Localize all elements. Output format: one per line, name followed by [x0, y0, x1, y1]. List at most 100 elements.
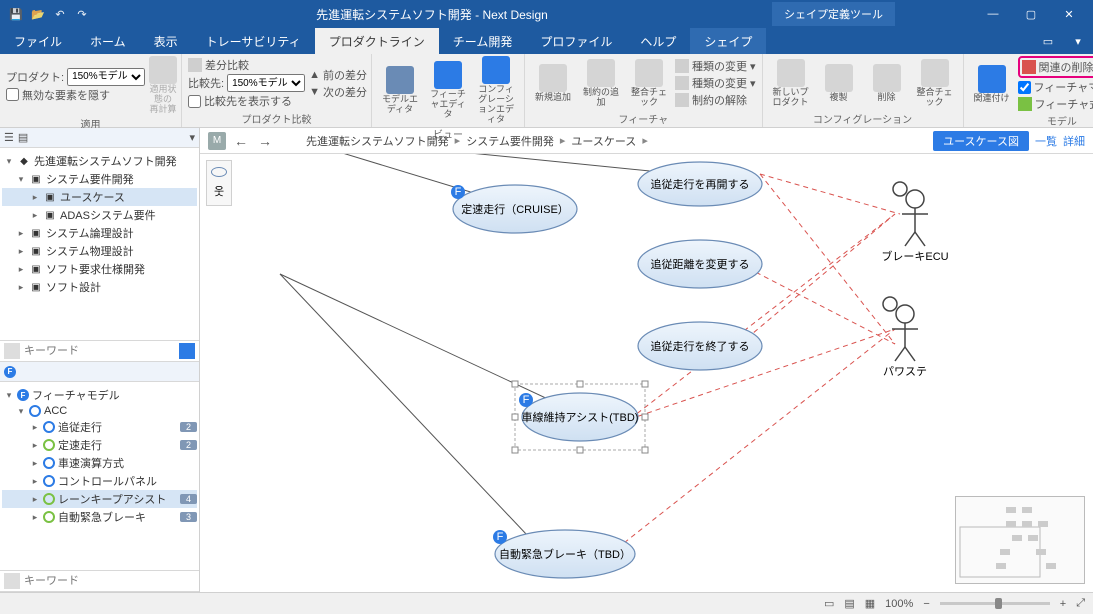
show-feature-mark-checkbox[interactable]: [1018, 81, 1031, 94]
tree-node[interactable]: ▸▣ソフト要求仕様開発: [2, 260, 197, 278]
menu-productline[interactable]: プロダクトライン: [315, 28, 439, 55]
feature-item[interactable]: ▸定速走行2: [2, 436, 197, 454]
menu-help[interactable]: ヘルプ: [626, 28, 690, 55]
svg-text:追従走行を終了する: 追従走行を終了する: [651, 339, 750, 353]
maximize-button[interactable]: ▢: [1013, 8, 1049, 21]
feature-item[interactable]: ▸レーンキープアシスト4: [2, 490, 197, 508]
menu-traceability[interactable]: トレーサビリティ: [192, 28, 315, 55]
duplicate-button[interactable]: 複製: [817, 64, 861, 103]
usecase-node[interactable]: F自動緊急ブレーキ（TBD）: [493, 530, 635, 578]
pane-menu-icon[interactable]: ▾: [189, 131, 195, 144]
search-icon: [4, 573, 20, 589]
open-icon[interactable]: 📂: [28, 4, 48, 24]
nav-fwd-icon[interactable]: →: [256, 133, 274, 149]
tree-node[interactable]: ▸▣システム物理設計: [2, 242, 197, 260]
status-icon: ▦: [865, 597, 875, 610]
feature-item[interactable]: ▸自動緊急ブレーキ3: [2, 508, 197, 526]
feature-item[interactable]: ▸コントロールパネル: [2, 472, 197, 490]
tree-node[interactable]: ▸▣システム論理設計: [2, 224, 197, 242]
save-icon[interactable]: 💾: [6, 4, 26, 24]
actor-node[interactable]: FブレーキECU: [881, 182, 948, 263]
zoom-in-button[interactable]: +: [1060, 598, 1066, 610]
svg-text:定速走行（CRUISE）: 定速走行（CRUISE）: [461, 202, 569, 216]
tree-icon2: ▤: [18, 131, 28, 144]
tree-node[interactable]: ▸▣ADASシステム要件: [2, 206, 197, 224]
feature-tree: ▾Fフィーチャモデル ▾ACC ▸追従走行2▸定速走行2▸車速演算方式▸コントロ…: [0, 382, 199, 530]
filter-icon[interactable]: [179, 343, 195, 359]
recalc-button[interactable]: 適用状態の 再計算: [149, 56, 177, 115]
keyword-search-2: [0, 570, 199, 592]
svg-text:追従走行を再開する: 追従走行を再開する: [651, 177, 750, 191]
window-controls: — ▢ ✕: [975, 8, 1087, 21]
content-area: ☰▤ ▾ ▾◆先進運転システムソフト開発 ▾▣システム要件開発 ▸▣ユースケース…: [0, 128, 1093, 592]
tree-node-usecase[interactable]: ▸▣ユースケース: [2, 188, 197, 206]
menu-file[interactable]: ファイル: [0, 28, 76, 55]
link-button[interactable]: 関連付け: [970, 65, 1014, 104]
usecase-node[interactable]: 追従距離を変更する: [638, 240, 762, 288]
svg-text:追従距離を変更する: 追従距離を変更する: [651, 257, 750, 271]
usecase-node-selected[interactable]: F 車線維持アシスト(TBD): [519, 393, 638, 441]
compare-select[interactable]: 150%モデル: [227, 74, 305, 92]
check-button[interactable]: 整合チェック: [627, 59, 671, 108]
zoom-slider[interactable]: [940, 602, 1050, 605]
zoom-fit-button[interactable]: ⤢: [1076, 597, 1085, 610]
feature-root[interactable]: ▾Fフィーチャモデル: [2, 386, 197, 404]
menu-view[interactable]: 表示: [140, 28, 192, 55]
collapse-ribbon-icon[interactable]: ▭: [1033, 35, 1063, 48]
status-icon: ▤: [844, 597, 854, 610]
window-title: 先進運転システムソフト開発 - Next Design: [92, 6, 772, 23]
add-constraint-button[interactable]: 制約の追加: [579, 59, 623, 108]
crumb[interactable]: 先進運転システムソフト開発: [306, 133, 449, 149]
keyword-input-2[interactable]: [24, 575, 195, 587]
delete-relation-button[interactable]: 関連の削除: [1018, 56, 1093, 78]
show-compare-checkbox[interactable]: [188, 95, 201, 108]
tree-node[interactable]: ▾▣システム要件開発: [2, 170, 197, 188]
svg-text:自動緊急ブレーキ（TBD）: 自動緊急ブレーキ（TBD）: [499, 547, 631, 561]
view-link-list[interactable]: 一覧: [1035, 133, 1057, 149]
model-editor-button[interactable]: モデルエディタ: [378, 66, 422, 115]
model-mode-button[interactable]: M: [208, 132, 226, 150]
minimize-button[interactable]: —: [975, 8, 1011, 21]
zoom-out-button[interactable]: −: [923, 598, 929, 610]
svg-text:車線維持アシスト(TBD): 車線維持アシスト(TBD): [522, 410, 639, 424]
minimap[interactable]: [955, 496, 1085, 584]
view-link-detail[interactable]: 詳細: [1063, 133, 1085, 149]
feature-node[interactable]: ▾ACC: [2, 404, 197, 418]
hide-invalid-checkbox[interactable]: [6, 88, 19, 101]
redo-icon[interactable]: ↷: [72, 4, 92, 24]
feature-icon: F: [4, 366, 16, 378]
usecase-node[interactable]: 追従走行を終了する: [638, 322, 762, 370]
undo-icon[interactable]: ↶: [50, 4, 70, 24]
product-label: プロダクト:: [6, 69, 64, 85]
view-tag[interactable]: ユースケース図: [933, 131, 1029, 151]
close-button[interactable]: ✕: [1051, 8, 1087, 21]
check2-button[interactable]: 整合チェック: [913, 59, 957, 108]
project-pane-header: ☰▤ ▾: [0, 128, 199, 148]
menu-home[interactable]: ホーム: [76, 28, 140, 55]
svg-text:F: F: [523, 394, 530, 406]
breadcrumb-bar: M ← → 先進運転システムソフト開発▸ システム要件開発▸ ユースケース▸ ユ…: [200, 128, 1093, 154]
add-new-button[interactable]: 新規追加: [531, 64, 575, 103]
menu-shape[interactable]: シェイプ: [690, 28, 766, 55]
new-product-button[interactable]: 新しいプロダクト: [769, 59, 813, 108]
config-editor-button[interactable]: コンフィグレーションエディタ: [474, 56, 518, 125]
tree-root[interactable]: ▾◆先進運転システムソフト開発: [2, 152, 197, 170]
help-icon[interactable]: ▾: [1063, 35, 1093, 48]
feature-editor-button[interactable]: フィーチャエディタ: [426, 61, 470, 120]
nav-back-icon[interactable]: ←: [232, 133, 250, 149]
delete-button[interactable]: 削除: [865, 64, 909, 103]
svg-text:F: F: [897, 183, 904, 195]
tree-node[interactable]: ▸▣ソフト設計: [2, 278, 197, 296]
svg-text:F: F: [887, 298, 894, 310]
feature-item[interactable]: ▸車速演算方式: [2, 454, 197, 472]
menu-profile[interactable]: プロファイル: [526, 28, 626, 55]
usecase-node[interactable]: 追従走行を再開する: [638, 162, 762, 206]
crumb[interactable]: ユースケース: [571, 133, 636, 149]
usecase-node[interactable]: F定速走行（CRUISE）: [451, 185, 577, 233]
product-select[interactable]: 150%モデル: [67, 68, 145, 86]
feature-item[interactable]: ▸追従走行2: [2, 418, 197, 436]
menu-team[interactable]: チーム開発: [439, 28, 527, 55]
crumb[interactable]: システム要件開発: [466, 133, 554, 149]
keyword-input-1[interactable]: [24, 345, 175, 357]
diagram-canvas[interactable]: 웃: [200, 154, 1093, 592]
